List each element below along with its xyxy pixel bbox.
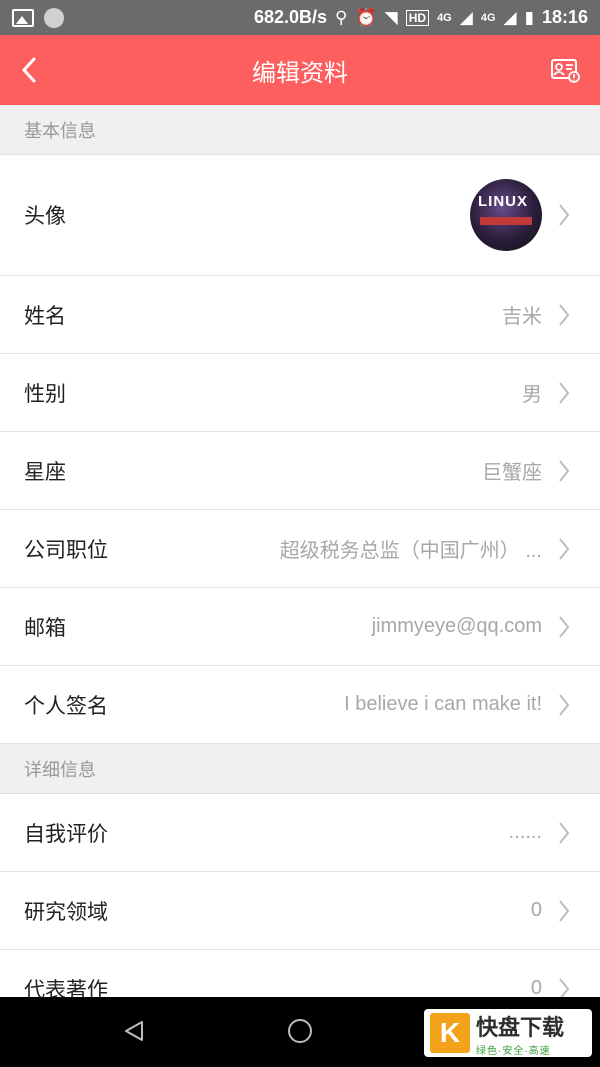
- chevron-right-icon: [558, 821, 570, 845]
- row-label: 姓名: [24, 304, 66, 328]
- profile-row[interactable]: 自我评价......: [0, 794, 600, 872]
- chevron-right-icon: [558, 693, 570, 717]
- chevron-right-icon: [558, 899, 570, 923]
- clock: 18:16: [541, 7, 588, 27]
- row-label: 研究领域: [24, 900, 108, 924]
- row-label: 邮箱: [24, 616, 66, 640]
- row-value: jimmyeye@qq.com: [371, 615, 542, 637]
- business-card-button[interactable]: [550, 55, 580, 85]
- battery-icon: ▮: [524, 7, 534, 27]
- section-basic-info: 基本信息: [0, 105, 600, 155]
- profile-row[interactable]: 公司职位 超级税务总监（中国广州） ...: [0, 510, 600, 588]
- watermark-brand: 快盘下载: [476, 1014, 565, 1040]
- chevron-right-icon: [558, 203, 570, 227]
- watermark-tagline: 绿色·安全·高速: [476, 1045, 551, 1057]
- nav-home-icon[interactable]: [288, 1019, 312, 1043]
- row-label: 个人签名: [24, 694, 108, 718]
- watermark-logo: K 快盘下载 绿色·安全·高速: [424, 1009, 592, 1057]
- chevron-left-icon: [22, 57, 36, 83]
- nav-back-icon[interactable]: [122, 1019, 146, 1043]
- profile-row[interactable]: 研究领域 0: [0, 872, 600, 950]
- page-title: 编辑资料: [252, 59, 348, 87]
- chevron-right-icon: [558, 381, 570, 405]
- id-card-icon: [551, 59, 580, 83]
- row-label: 自我评价: [24, 822, 108, 846]
- signal-icon-2: ◢: [503, 7, 517, 27]
- avatar-row[interactable]: 头像 LINUX: [0, 155, 600, 276]
- signal-label-1: 4G: [437, 11, 452, 24]
- system-nav-bar: K 快盘下载 绿色·安全·高速: [0, 997, 600, 1067]
- signal-icon: ◢: [459, 7, 473, 27]
- profile-row[interactable]: 性别男: [0, 354, 600, 432]
- profile-row[interactable]: 邮箱 jimmyeye@qq.com: [0, 588, 600, 666]
- profile-row[interactable]: 星座 巨蟹座: [0, 432, 600, 510]
- row-label: 性别: [24, 382, 66, 406]
- profile-row[interactable]: 个人签名 I believe i can make it!: [0, 666, 600, 744]
- alarm-icon: ⏰: [355, 7, 377, 27]
- chevron-right-icon: [558, 537, 570, 561]
- profile-row[interactable]: 姓名 吉米: [0, 276, 600, 354]
- signal-label-2: 4G: [480, 11, 496, 24]
- app-notification-icon: [44, 7, 64, 28]
- wifi-icon: ◥: [384, 7, 398, 27]
- watermark-k-icon: K: [430, 1013, 470, 1053]
- avatar: LINUX: [470, 179, 542, 251]
- network-speed: 682.0B/s: [253, 7, 328, 27]
- location-icon: ⚲: [335, 7, 348, 27]
- avatar-image-text: LINUX: [478, 193, 528, 210]
- row-label: 公司职位: [24, 538, 108, 562]
- row-label: 星座: [24, 460, 66, 484]
- image-notification-icon: [12, 8, 34, 27]
- section-detail-info: 详细信息: [0, 744, 600, 794]
- app-header: 编辑资料: [0, 35, 600, 105]
- row-label: 头像: [24, 205, 66, 228]
- chevron-right-icon: [558, 303, 570, 327]
- status-bar: 682.0B/s ⚲ ⏰ ◥ HD 4G ◢ 4G ◢ ▮ 18:16: [0, 0, 600, 35]
- row-value: 超级税务总监（中国广州） ...: [279, 540, 542, 562]
- chevron-right-icon: [558, 615, 570, 639]
- row-value: I believe i can make it!: [344, 693, 542, 715]
- hd-badge: HD: [405, 9, 430, 26]
- chevron-right-icon: [558, 459, 570, 483]
- back-button[interactable]: [18, 55, 48, 85]
